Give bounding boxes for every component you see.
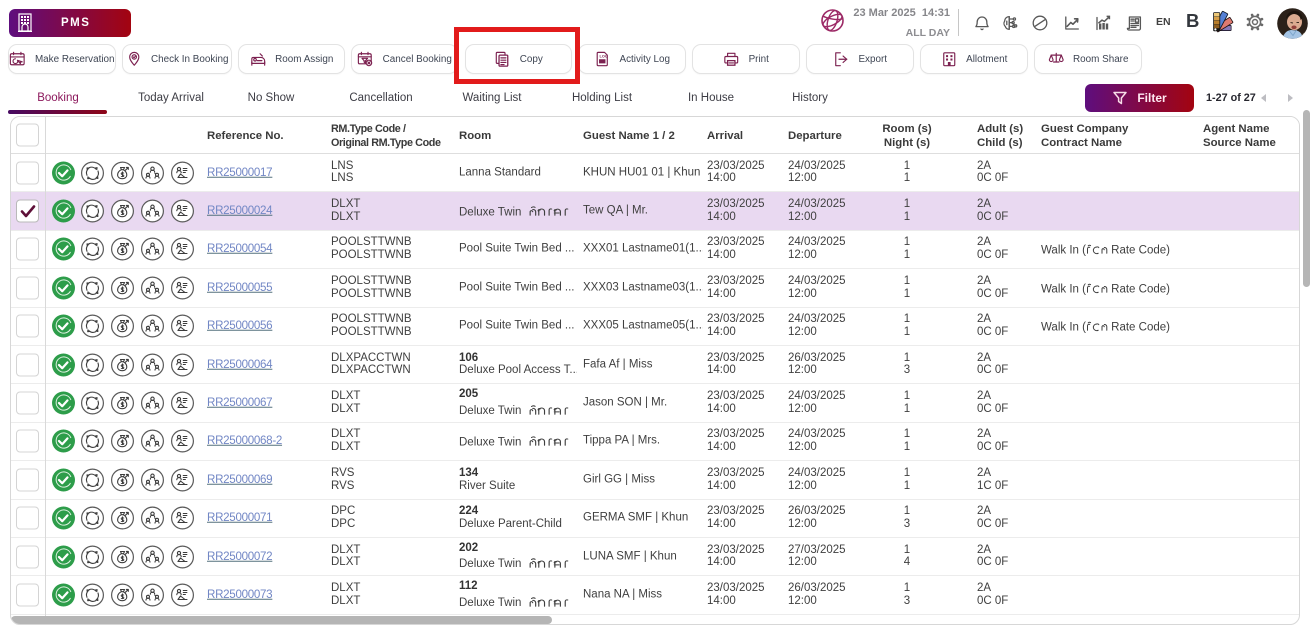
svg-text:LOG: LOG <box>600 54 608 58</box>
